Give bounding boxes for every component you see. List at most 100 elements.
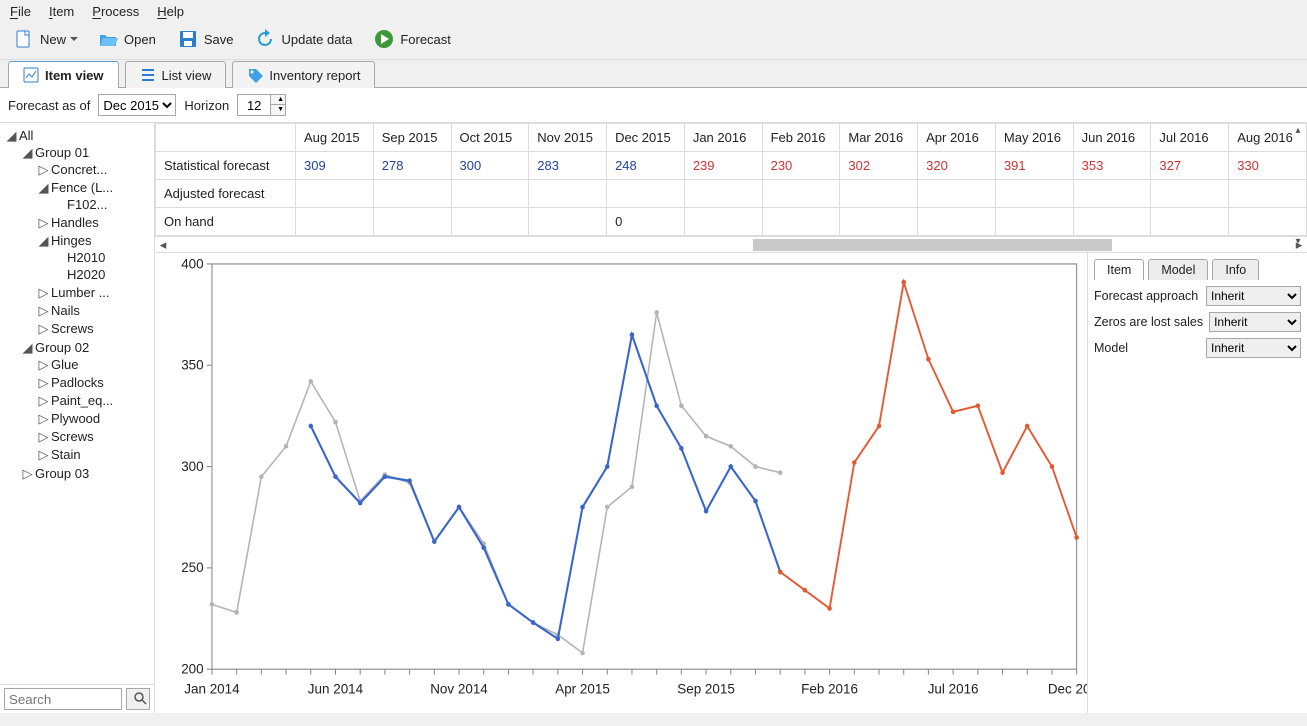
grid-cell[interactable]: 300 [451, 152, 529, 180]
prop-tab-info[interactable]: Info [1212, 259, 1259, 280]
menu-file[interactable]: File [10, 4, 31, 19]
grid-cell[interactable] [762, 180, 840, 208]
grid-scroll-up[interactable]: ▴ [1291, 125, 1305, 139]
grid-cell[interactable] [607, 180, 685, 208]
tree-group-03[interactable]: ▷Group 03 [22, 465, 152, 483]
horizon-down[interactable]: ▼ [271, 105, 285, 115]
grid-cell[interactable] [1151, 180, 1229, 208]
grid-cell[interactable] [529, 208, 607, 236]
tree-group-01[interactable]: ◢Group 01 ▷Concret... ◢Fence (L... F102.… [22, 144, 152, 339]
grid-cell[interactable]: 239 [684, 152, 762, 180]
tree-lumber[interactable]: ▷Lumber ... [38, 284, 152, 302]
prop-tab-model[interactable]: Model [1148, 259, 1208, 280]
grid-cell[interactable] [762, 208, 840, 236]
grid-cell[interactable] [995, 208, 1073, 236]
horizon-up[interactable]: ▲ [271, 95, 285, 105]
grid-cell[interactable] [296, 180, 374, 208]
chevron-down-icon[interactable]: ◢ [22, 340, 33, 356]
tree-glue[interactable]: ▷Glue [38, 356, 152, 374]
tree-stain[interactable]: ▷Stain [38, 446, 152, 464]
tree-hinges[interactable]: ◢Hinges H2010 H2020 [38, 232, 152, 284]
menu-help[interactable]: Help [157, 4, 184, 19]
grid-cell[interactable] [529, 180, 607, 208]
chevron-right-icon[interactable]: ▷ [38, 447, 49, 463]
tree-h2010[interactable]: H2010 [54, 249, 152, 266]
prop-tab-item[interactable]: Item [1094, 259, 1144, 280]
tab-list-view[interactable]: List view [125, 61, 227, 88]
menu-process[interactable]: Process [92, 4, 139, 19]
new-button[interactable]: New [10, 27, 80, 51]
grid-cell[interactable] [373, 208, 451, 236]
tree-fence[interactable]: ◢Fence (L... F102... [38, 179, 152, 214]
tree-handles[interactable]: ▷Handles [38, 214, 152, 232]
grid-cell[interactable] [451, 208, 529, 236]
horizon-input[interactable] [237, 94, 271, 116]
tree-f102[interactable]: F102... [54, 196, 152, 213]
grid-cell[interactable]: 283 [529, 152, 607, 180]
grid-cell[interactable] [1229, 180, 1307, 208]
menu-item[interactable]: Item [49, 4, 74, 19]
tree-h2020[interactable]: H2020 [54, 266, 152, 283]
chevron-right-icon[interactable]: ▷ [38, 357, 49, 373]
chevron-down-icon[interactable]: ◢ [38, 180, 49, 196]
grid-cell[interactable]: 309 [296, 152, 374, 180]
chevron-right-icon[interactable]: ▷ [38, 411, 49, 427]
open-button[interactable]: Open [94, 27, 160, 51]
chevron-right-icon[interactable]: ▷ [38, 375, 49, 391]
grid-cell[interactable] [1073, 180, 1151, 208]
grid-cell[interactable] [451, 180, 529, 208]
tree-padlocks[interactable]: ▷Padlocks [38, 374, 152, 392]
grid-cell[interactable] [918, 208, 996, 236]
grid-cell[interactable]: 302 [840, 152, 918, 180]
grid-cell[interactable]: 353 [1073, 152, 1151, 180]
grid-cell[interactable] [1151, 208, 1229, 236]
grid-cell[interactable]: 320 [918, 152, 996, 180]
grid-cell[interactable]: 327 [1151, 152, 1229, 180]
tree-nails[interactable]: ▷Nails [38, 302, 152, 320]
zeros-select[interactable]: Inherit [1209, 312, 1301, 332]
grid-cell[interactable]: 248 [607, 152, 685, 180]
tree-group-02[interactable]: ◢Group 02 ▷Glue ▷Padlocks ▷Paint_eq... ▷… [22, 339, 152, 465]
chevron-right-icon[interactable]: ▷ [38, 162, 49, 178]
chevron-right-icon[interactable]: ▷ [38, 393, 49, 409]
grid-cell[interactable]: 278 [373, 152, 451, 180]
grid-cell[interactable] [1073, 208, 1151, 236]
chevron-right-icon[interactable]: ▷ [22, 466, 33, 482]
scroll-left-icon[interactable]: ◂ [155, 237, 171, 253]
grid-cell[interactable]: 330 [1229, 152, 1307, 180]
search-input[interactable] [4, 688, 122, 710]
grid-cell[interactable] [840, 180, 918, 208]
chevron-right-icon[interactable]: ▷ [38, 285, 49, 301]
model-select[interactable]: Inherit [1206, 338, 1301, 358]
item-tree[interactable]: ◢All ◢Group 01 ▷Concret... ◢Fence (L... … [0, 123, 154, 684]
tree-screws-1[interactable]: ▷Screws [38, 320, 152, 338]
grid-cell[interactable] [296, 208, 374, 236]
grid-cell[interactable]: 230 [762, 152, 840, 180]
grid-cell[interactable] [373, 180, 451, 208]
grid-cell[interactable] [840, 208, 918, 236]
chevron-down-icon[interactable]: ◢ [38, 233, 49, 249]
forecast-button[interactable]: Forecast [370, 27, 455, 51]
grid-cell[interactable]: 0 [607, 208, 685, 236]
tab-inventory-report[interactable]: Inventory report [232, 61, 375, 88]
chevron-right-icon[interactable]: ▷ [38, 215, 49, 231]
save-button[interactable]: Save [174, 27, 238, 51]
chevron-right-icon[interactable]: ▷ [38, 321, 49, 337]
scroll-thumb[interactable] [753, 239, 1111, 251]
update-data-button[interactable]: Update data [251, 27, 356, 51]
grid-cell[interactable] [684, 208, 762, 236]
tree-paint-eq[interactable]: ▷Paint_eq... [38, 392, 152, 410]
tree-concrete[interactable]: ▷Concret... [38, 161, 152, 179]
forecast-approach-select[interactable]: Inherit [1206, 286, 1301, 306]
tree-all[interactable]: ◢All ◢Group 01 ▷Concret... ◢Fence (L... … [6, 127, 152, 484]
grid-cell[interactable] [995, 180, 1073, 208]
forecast-as-of-select[interactable]: Dec 2015 [98, 94, 176, 116]
chevron-down-icon[interactable]: ◢ [6, 128, 17, 144]
tree-plywood[interactable]: ▷Plywood [38, 410, 152, 428]
grid-scroll-down[interactable]: ▾ [1291, 236, 1305, 250]
search-button[interactable] [126, 688, 150, 710]
chevron-down-icon[interactable]: ◢ [22, 145, 33, 161]
grid-cell[interactable] [918, 180, 996, 208]
grid-cell[interactable]: 391 [995, 152, 1073, 180]
tab-item-view[interactable]: Item view [8, 61, 119, 88]
